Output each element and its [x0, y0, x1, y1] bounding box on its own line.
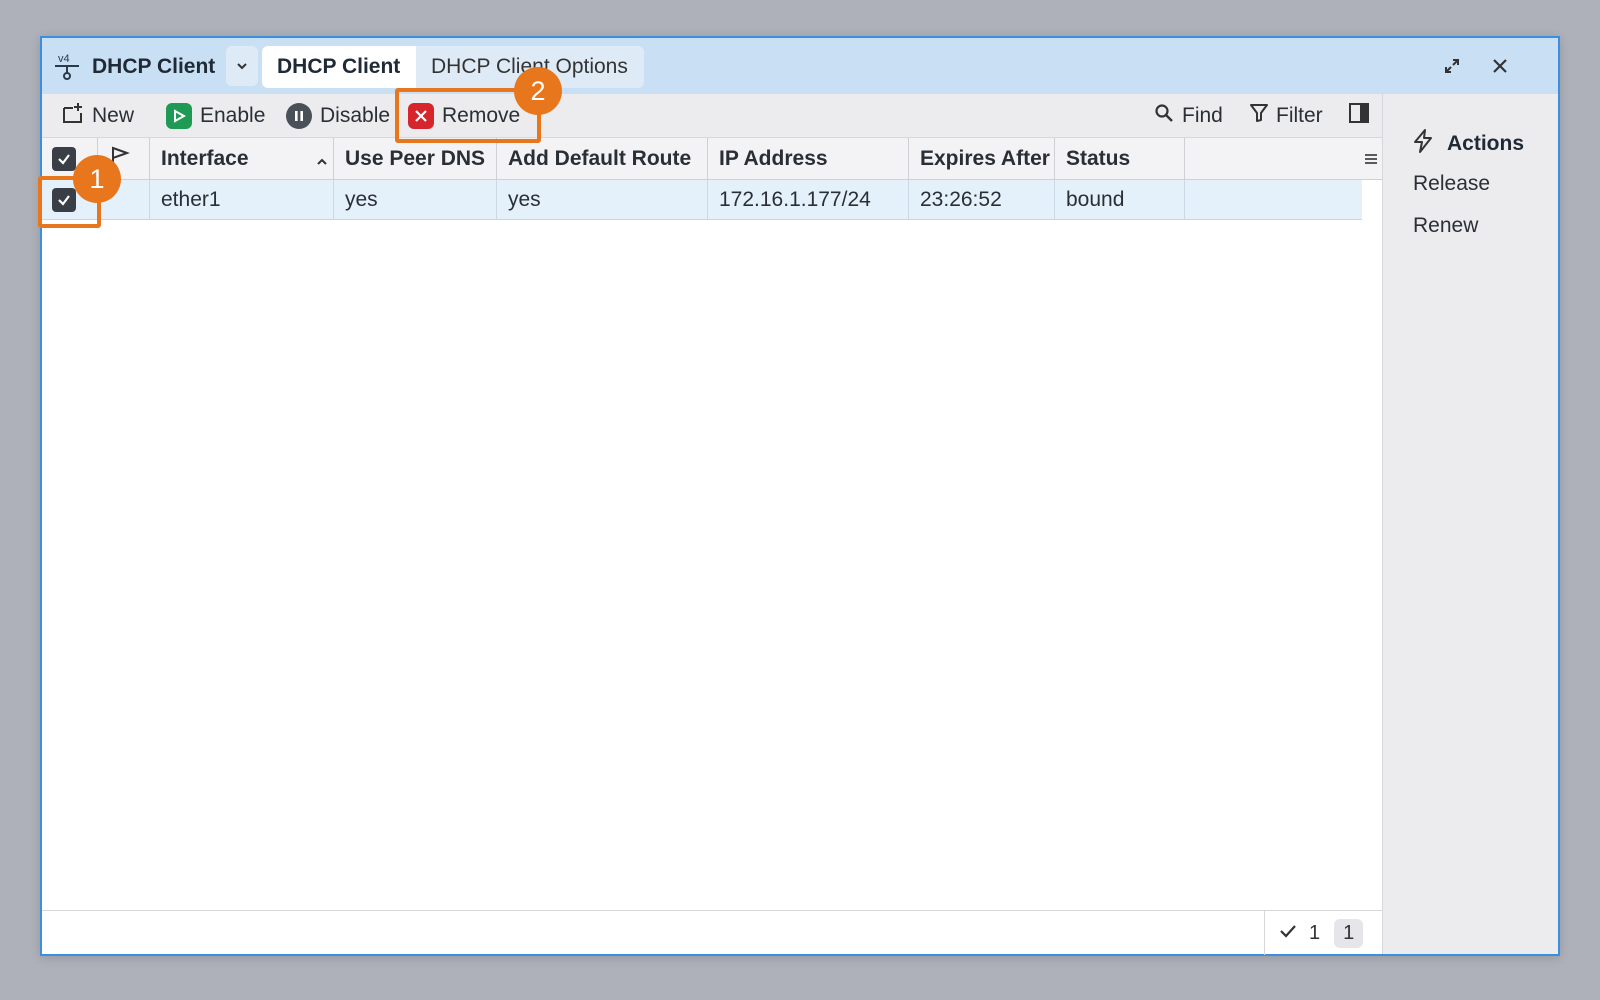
- lightning-icon: [1411, 128, 1435, 160]
- cell-expires-after: 23:26:52: [909, 180, 1055, 219]
- status-bar: 1 1: [42, 910, 1382, 955]
- renew-action[interactable]: Renew: [1413, 214, 1478, 238]
- column-header-add-default-route[interactable]: Add Default Route: [497, 138, 708, 179]
- new-button[interactable]: New: [62, 94, 134, 138]
- new-label: New: [92, 104, 135, 127]
- enable-label: Enable: [200, 104, 266, 127]
- menu-lines-icon: [1364, 147, 1378, 171]
- window-menu-dropdown[interactable]: [226, 46, 258, 86]
- filter-button[interactable]: Filter: [1250, 94, 1323, 138]
- cell-use-peer-dns: yes: [334, 180, 497, 219]
- find-label: Find: [1182, 104, 1223, 127]
- dhcp-client-window: v4 DHCP Client DHCP Client DHCP Client O…: [40, 36, 1560, 956]
- actions-title: Actions: [1411, 128, 1524, 160]
- ipv4-network-icon: v4: [54, 52, 80, 80]
- total-count-badge: 1: [1334, 918, 1364, 948]
- actions-panel: Actions Release Renew: [1382, 94, 1558, 954]
- close-icon[interactable]: [1486, 52, 1514, 80]
- column-menu-button[interactable]: [1185, 138, 1382, 179]
- column-header-use-peer-dns[interactable]: Use Peer DNS: [334, 138, 497, 179]
- toolbar: New Enable Disable Remove Find Filter: [42, 94, 1382, 138]
- cell-interface: ether1: [150, 180, 334, 219]
- new-item-icon: [62, 102, 84, 130]
- disable-label: Disable: [320, 104, 391, 127]
- window-title: DHCP Client: [92, 55, 216, 78]
- selection-count: 1 1: [1264, 911, 1382, 955]
- column-header-status[interactable]: Status: [1055, 138, 1185, 179]
- play-icon: [166, 103, 192, 129]
- cell-status: bound: [1055, 180, 1185, 219]
- column-header-ip-address[interactable]: IP Address: [708, 138, 909, 179]
- callout-2-badge: 2: [514, 67, 562, 115]
- chevron-down-icon: [237, 63, 247, 70]
- table-empty-area: [42, 220, 1382, 896]
- checkbox-checked-icon: [52, 146, 76, 171]
- filter-icon: [1250, 103, 1268, 129]
- table-row[interactable]: ether1 yes yes 172.16.1.177/24 23:26:52 …: [42, 180, 1362, 220]
- column-header-interface[interactable]: Interface: [150, 138, 334, 179]
- filter-label: Filter: [1276, 104, 1323, 127]
- table-header: Interface Use Peer DNS Add Default Route…: [42, 138, 1382, 180]
- enable-button[interactable]: Enable: [166, 94, 265, 138]
- actions-title-label: Actions: [1447, 132, 1525, 155]
- release-action[interactable]: Release: [1413, 172, 1490, 196]
- svg-text:v4: v4: [58, 53, 70, 65]
- maximize-icon[interactable]: [1438, 52, 1466, 80]
- column-header-expires-after[interactable]: Expires After: [909, 138, 1055, 179]
- disable-button[interactable]: Disable: [286, 94, 390, 138]
- selected-count: 1: [1309, 921, 1321, 944]
- checkmark-icon: [1279, 922, 1297, 945]
- pause-icon: [286, 103, 312, 129]
- search-icon: [1154, 103, 1174, 129]
- title-bar: v4 DHCP Client DHCP Client DHCP Client O…: [42, 38, 1558, 94]
- side-panel-icon: [1348, 102, 1370, 130]
- callout-1-badge: 1: [73, 155, 121, 203]
- cell-ip-address: 172.16.1.177/24: [708, 180, 909, 219]
- sort-ascending-icon: [315, 150, 329, 174]
- find-button[interactable]: Find: [1154, 94, 1223, 138]
- column-label-interface: Interface: [161, 146, 249, 170]
- toggle-side-panel-button[interactable]: [1348, 94, 1370, 138]
- cell-add-default-route: yes: [497, 180, 708, 219]
- cell-empty: [1185, 180, 1362, 219]
- tab-dhcp-client[interactable]: DHCP Client: [262, 46, 416, 88]
